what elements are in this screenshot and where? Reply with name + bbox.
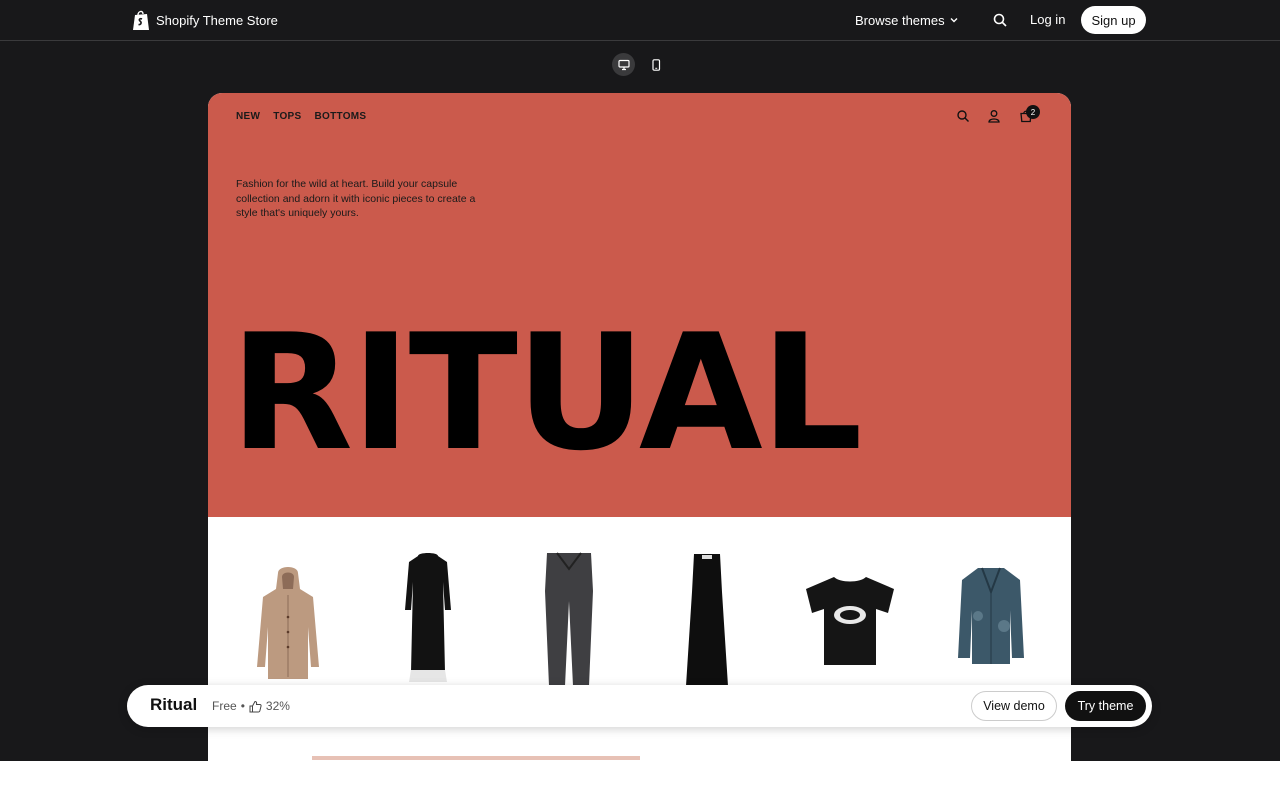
theme-rating: 32% xyxy=(265,699,290,713)
product-cardigan-hoodie[interactable] xyxy=(253,567,323,682)
brand-link[interactable]: Shopify Theme Store xyxy=(132,10,278,31)
meta-separator: • xyxy=(240,699,245,713)
theme-preview-frame[interactable]: NEW TOPS BOTTOMS 2 Fashion for the wild … xyxy=(208,93,1071,761)
signup-button[interactable]: Sign up xyxy=(1081,6,1146,34)
view-demo-button[interactable]: View demo xyxy=(971,691,1057,721)
product-black-long-dress[interactable] xyxy=(403,552,453,684)
cart-count-badge: 2 xyxy=(1026,105,1040,119)
thumbs-up-icon xyxy=(249,700,262,712)
search-icon[interactable] xyxy=(992,12,1008,28)
store-search-icon[interactable] xyxy=(956,109,970,123)
next-section-edge xyxy=(312,756,640,760)
theme-price: Free xyxy=(212,699,237,713)
desktop-icon xyxy=(617,59,630,70)
theme-info-bar: Ritual Free • 32% View demo Try theme xyxy=(127,685,1152,727)
hero-section: NEW TOPS BOTTOMS 2 Fashion for the wild … xyxy=(208,93,1071,517)
top-navigation: Shopify Theme Store Browse themes Log in… xyxy=(0,0,1280,41)
hero-tagline: Fashion for the wild at heart. Build you… xyxy=(236,178,476,219)
try-theme-button[interactable]: Try theme xyxy=(1065,691,1146,721)
mobile-icon xyxy=(651,58,660,71)
store-nav-tops[interactable]: TOPS xyxy=(273,111,301,122)
store-nav-new[interactable]: NEW xyxy=(236,111,260,122)
product-grey-jeans[interactable] xyxy=(543,551,595,686)
account-icon[interactable] xyxy=(987,109,1001,123)
mobile-view-toggle[interactable] xyxy=(644,53,667,76)
store-nav-bottoms[interactable]: BOTTOMS xyxy=(314,111,366,122)
shopify-bag-icon xyxy=(133,10,149,30)
product-denim-jacket[interactable] xyxy=(956,566,1026,668)
chevron-down-icon xyxy=(950,18,958,23)
login-link[interactable]: Log in xyxy=(1030,12,1065,27)
product-black-graphic-tee[interactable] xyxy=(804,575,896,667)
theme-name: Ritual xyxy=(150,695,198,714)
browse-themes-menu[interactable]: Browse themes xyxy=(855,0,959,40)
desktop-view-toggle[interactable] xyxy=(612,53,635,76)
product-black-maxi-skirt[interactable] xyxy=(684,552,730,686)
theme-meta: Free • 32% xyxy=(212,699,290,713)
brand-name: Shopify Theme Store xyxy=(156,13,278,28)
hero-title: RITUAL xyxy=(230,299,863,486)
browse-themes-label: Browse themes xyxy=(855,12,945,28)
theme-preview-stage: Shopify Theme Store Browse themes Log in… xyxy=(0,0,1280,761)
store-navigation: NEW TOPS BOTTOMS xyxy=(236,111,366,122)
